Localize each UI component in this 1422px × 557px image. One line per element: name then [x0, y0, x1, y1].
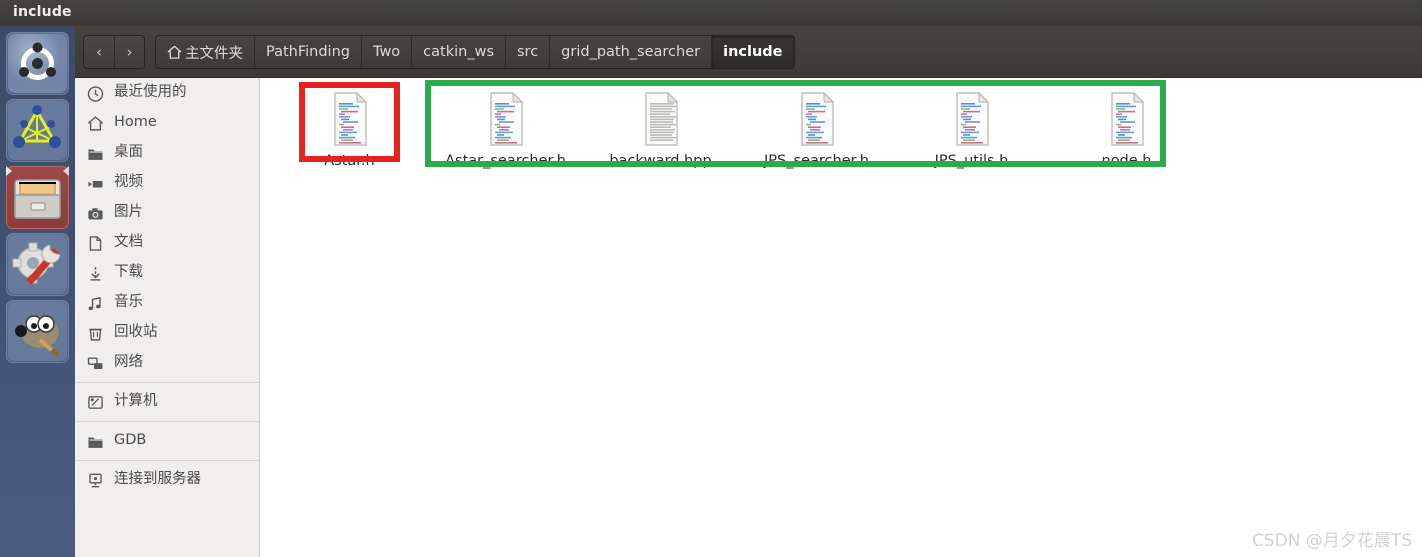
sidebar-item-label: 计算机 [114, 393, 158, 410]
home-icon [167, 45, 182, 59]
file-item[interactable]: JPS_searcher.h [739, 90, 894, 169]
code-file-icon [793, 90, 841, 148]
sidebar-item-label: 网络 [114, 354, 143, 371]
screen: include ‹ › 主文件夹 PathFinding Two catkin_ws s… [0, 0, 1422, 557]
breadcrumb: 主文件夹 PathFinding Two catkin_ws src grid_path_… [155, 35, 795, 69]
sidebar-item-label: 音乐 [114, 294, 143, 311]
unity-launcher[interactable] [0, 26, 75, 557]
sidebar-item-最近使用的[interactable]: 最近使用的 [75, 78, 259, 108]
window-title: include [13, 4, 72, 20]
trash-icon [87, 325, 104, 342]
sidebar-item-连接到服务器[interactable]: 连接到服务器 [75, 465, 259, 495]
document-icon [87, 235, 104, 252]
watermark: CSDN @月夕花晨TS [1251, 531, 1412, 551]
chevron-right-icon: › [126, 43, 133, 61]
sidebar-item-label: 连接到服务器 [114, 471, 201, 488]
sidebar-item-视频[interactable]: 视频 [75, 168, 259, 198]
file-label: Astar_searcher.h [445, 153, 566, 169]
launcher-item-gimp[interactable] [6, 300, 69, 363]
folder-icon [87, 145, 104, 162]
file-item[interactable]: Astar.h [272, 90, 427, 169]
sidebar-item-网络[interactable]: 网络 [75, 348, 259, 378]
breadcrumb-label: PathFinding [266, 44, 350, 60]
file-item[interactable]: Astar_searcher.h [428, 90, 583, 169]
sidebar-item-回收站[interactable]: 回收站 [75, 318, 259, 348]
sidebar-item-label: 下载 [114, 264, 143, 281]
clock-icon [87, 85, 104, 102]
file-label: JPS_searcher.h [764, 153, 869, 169]
sidebar-item-label: Home [114, 114, 157, 131]
launcher-item-app-yellow-network[interactable] [6, 99, 69, 162]
sidebar-item-桌面[interactable]: 桌面 [75, 138, 259, 168]
sidebar-item-计算机[interactable]: 计算机 [75, 387, 259, 417]
breadcrumb-label: src [517, 44, 539, 60]
file-manager-toolbar: ‹ › 主文件夹 PathFinding Two catkin_ws src grid_p… [75, 26, 1422, 78]
breadcrumb-item-PathFinding[interactable]: PathFinding [255, 36, 362, 68]
sidebar-item-label: GDB [114, 432, 147, 449]
sidebar-item-label: 图片 [114, 204, 143, 221]
file-list-area[interactable]: Astar.h Astar_searcher.h backward.hpp JPS_s… [261, 78, 1422, 557]
sidebar-divider [75, 421, 259, 422]
sidebar-item-文档[interactable]: 文档 [75, 228, 259, 258]
music-note-icon [87, 295, 104, 312]
breadcrumb-label: include [723, 44, 783, 60]
launcher-item-ubuntu-dash[interactable] [6, 32, 69, 95]
launcher-selected-right-arrow [63, 166, 69, 176]
launcher-item-files-nautilus[interactable] [6, 166, 69, 229]
file-label: node.h [1101, 153, 1152, 169]
breadcrumb-item-grid_path_searcher[interactable]: grid_path_searcher [550, 36, 713, 68]
text-file-icon [637, 90, 685, 148]
file-item[interactable]: backward.hpp [583, 90, 738, 169]
sidebar-item-label: 视频 [114, 174, 143, 191]
breadcrumb-label: Two [372, 44, 401, 60]
sidebar-item-音乐[interactable]: 音乐 [75, 288, 259, 318]
sidebar-item-下载[interactable]: 下载 [75, 258, 259, 288]
window-titlebar: include [0, 0, 1422, 26]
sidebar: 最近使用的 Home 桌面视频图片文档下载音乐回收站网络计算机 GDB 连接到服务器 [75, 78, 260, 557]
download-icon [87, 265, 104, 282]
chevron-left-icon: ‹ [96, 43, 102, 61]
server-connect-icon [87, 472, 104, 489]
sidebar-item-label: 回收站 [114, 324, 158, 341]
camera-icon [87, 205, 104, 222]
breadcrumb-item-Two[interactable]: Two [361, 36, 413, 68]
network-icon [87, 355, 104, 372]
navigation-buttons: ‹ › [83, 35, 145, 69]
launcher-item-system-settings[interactable] [6, 233, 69, 296]
breadcrumb-label: grid_path_searcher [561, 44, 701, 60]
file-label: JPS_utils.h [934, 153, 1009, 169]
sidebar-divider [75, 382, 259, 383]
breadcrumb-item-catkin_ws[interactable]: catkin_ws [412, 36, 506, 68]
home-icon [87, 115, 104, 132]
breadcrumb-item-src[interactable]: src [506, 36, 551, 68]
file-item[interactable]: JPS_utils.h [894, 90, 1049, 169]
computer-icon [87, 394, 104, 411]
breadcrumb-item-include[interactable]: include [712, 36, 794, 68]
file-label: backward.hpp [609, 153, 712, 169]
back-button[interactable]: ‹ [84, 36, 114, 68]
code-file-icon [482, 90, 530, 148]
sidebar-item-GDB[interactable]: GDB [75, 426, 259, 456]
file-item[interactable]: node.h [1049, 90, 1204, 169]
sidebar-item-Home[interactable]: Home [75, 108, 259, 138]
code-file-icon [948, 90, 996, 148]
file-label: Astar.h [324, 153, 375, 169]
breadcrumb-item-主文件夹[interactable]: 主文件夹 [156, 36, 255, 68]
sidebar-item-label: 文档 [114, 234, 143, 251]
sidebar-divider [75, 460, 259, 461]
sidebar-item-label: 最近使用的 [114, 84, 187, 101]
breadcrumb-label: 主文件夹 [185, 45, 243, 62]
launcher-selected-left-arrow [6, 166, 12, 176]
breadcrumb-label: catkin_ws [423, 44, 494, 60]
sidebar-item-label: 桌面 [114, 144, 143, 161]
code-file-icon [1103, 90, 1151, 148]
forward-button[interactable]: › [114, 36, 144, 68]
video-icon [87, 175, 104, 192]
folder-icon [87, 433, 104, 450]
code-file-icon [326, 90, 374, 148]
file-manager-window: ‹ › 主文件夹 PathFinding Two catkin_ws src grid_p… [75, 26, 1422, 557]
sidebar-item-图片[interactable]: 图片 [75, 198, 259, 228]
